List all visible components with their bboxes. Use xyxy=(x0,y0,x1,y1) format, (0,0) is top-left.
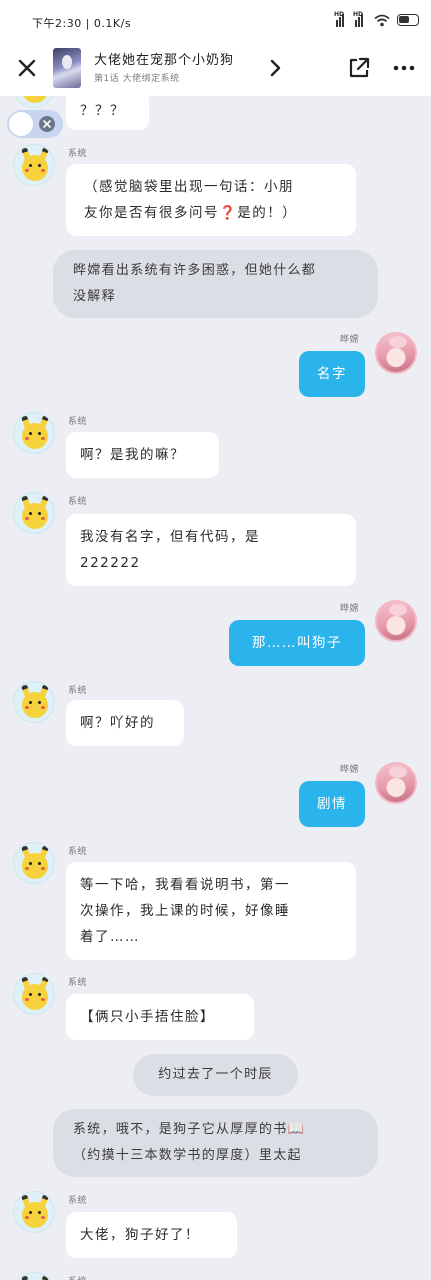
message-bubble: 剧情 xyxy=(299,781,365,827)
message-bubble: ？？？ xyxy=(66,96,149,130)
sender-name: 晔嫦 xyxy=(340,765,360,775)
sender-name: 系统 xyxy=(68,149,88,159)
sender-name: 系统 xyxy=(68,1196,88,1206)
sender-name: 系统 xyxy=(68,417,88,427)
close-icon[interactable] xyxy=(13,54,41,82)
book-cover-image[interactable] xyxy=(53,48,81,88)
user-avatar[interactable] xyxy=(375,600,417,642)
wifi-icon xyxy=(374,14,390,26)
system-avatar[interactable] xyxy=(13,96,55,108)
message-bubble: 那……叫狗子 xyxy=(229,620,365,666)
narration-bubble: 晔嫦看出系统有许多困惑，但她什么都 没解释 xyxy=(53,250,378,318)
narration-bubble: 约过去了一个时辰 xyxy=(133,1054,298,1096)
share-icon[interactable] xyxy=(345,54,373,82)
chevron-right-icon[interactable] xyxy=(264,56,286,80)
signal-icon: HD xyxy=(353,11,366,27)
floating-audio-button[interactable] xyxy=(7,110,63,138)
more-icon[interactable] xyxy=(390,54,418,82)
system-avatar[interactable] xyxy=(13,144,55,186)
status-time: 下午2:30 | 0.1K/s xyxy=(32,17,132,30)
message-bubble: 【俩只小手捂住脸】 xyxy=(66,994,254,1040)
battery-icon xyxy=(397,14,419,26)
narration-bubble: 系统，哦不，是狗子它从厚厚的书📖 （约摸十三本数学书的厚度）里太起 xyxy=(53,1109,378,1177)
floating-avatar-icon xyxy=(9,112,33,136)
system-avatar[interactable] xyxy=(13,1272,55,1280)
message-bubble: 啊？吖好的 xyxy=(66,700,184,746)
chapter-subtitle[interactable]: 第1话 大佬绑定系统 xyxy=(94,71,180,84)
message-bubble: 大佬，狗子好了！ xyxy=(66,1212,237,1258)
sender-name: 系统 xyxy=(68,1274,87,1280)
chat-list[interactable]: ？？？ 系统 （感觉脑袋里出现一句话：小朋 友你是否有很多问号❓是的！） 晔嫦看… xyxy=(0,96,431,1280)
signal-icon: HD xyxy=(334,11,347,27)
sender-name: 系统 xyxy=(68,978,88,988)
status-icons: HD HD xyxy=(334,11,419,28)
sender-name: 晔嫦 xyxy=(340,335,360,345)
book-title[interactable]: 大佬她在宠那个小奶狗 xyxy=(94,49,234,68)
sender-name: 系统 xyxy=(68,847,88,857)
sender-name: 系统 xyxy=(68,686,88,696)
status-bar: 下午2:30 | 0.1K/s HD HD xyxy=(0,0,431,40)
system-avatar[interactable] xyxy=(13,842,55,884)
message-bubble: 名字 xyxy=(299,351,365,397)
system-avatar[interactable] xyxy=(13,1191,55,1233)
close-small-icon[interactable] xyxy=(39,116,55,132)
sender-name: 晔嫦 xyxy=(340,604,360,614)
message-bubble: 啊？是我的嘛？ xyxy=(66,432,219,478)
message-bubble: 等一下哈，我看看说明书，第一 次操作，我上课的时候，好像睡 着了…… xyxy=(66,862,356,960)
system-avatar[interactable] xyxy=(13,492,55,534)
chat-header: 大佬她在宠那个小奶狗 第1话 大佬绑定系统 xyxy=(0,40,431,96)
message-bubble: 我没有名字，但有代码，是 222222 xyxy=(66,514,356,586)
system-avatar[interactable] xyxy=(13,973,55,1015)
system-avatar[interactable] xyxy=(13,681,55,723)
sender-name: 系统 xyxy=(68,497,88,507)
user-avatar[interactable] xyxy=(375,332,417,374)
system-avatar[interactable] xyxy=(13,412,55,454)
message-bubble: （感觉脑袋里出现一句话：小朋 友你是否有很多问号❓是的！） xyxy=(66,164,356,236)
user-avatar[interactable] xyxy=(375,762,417,804)
